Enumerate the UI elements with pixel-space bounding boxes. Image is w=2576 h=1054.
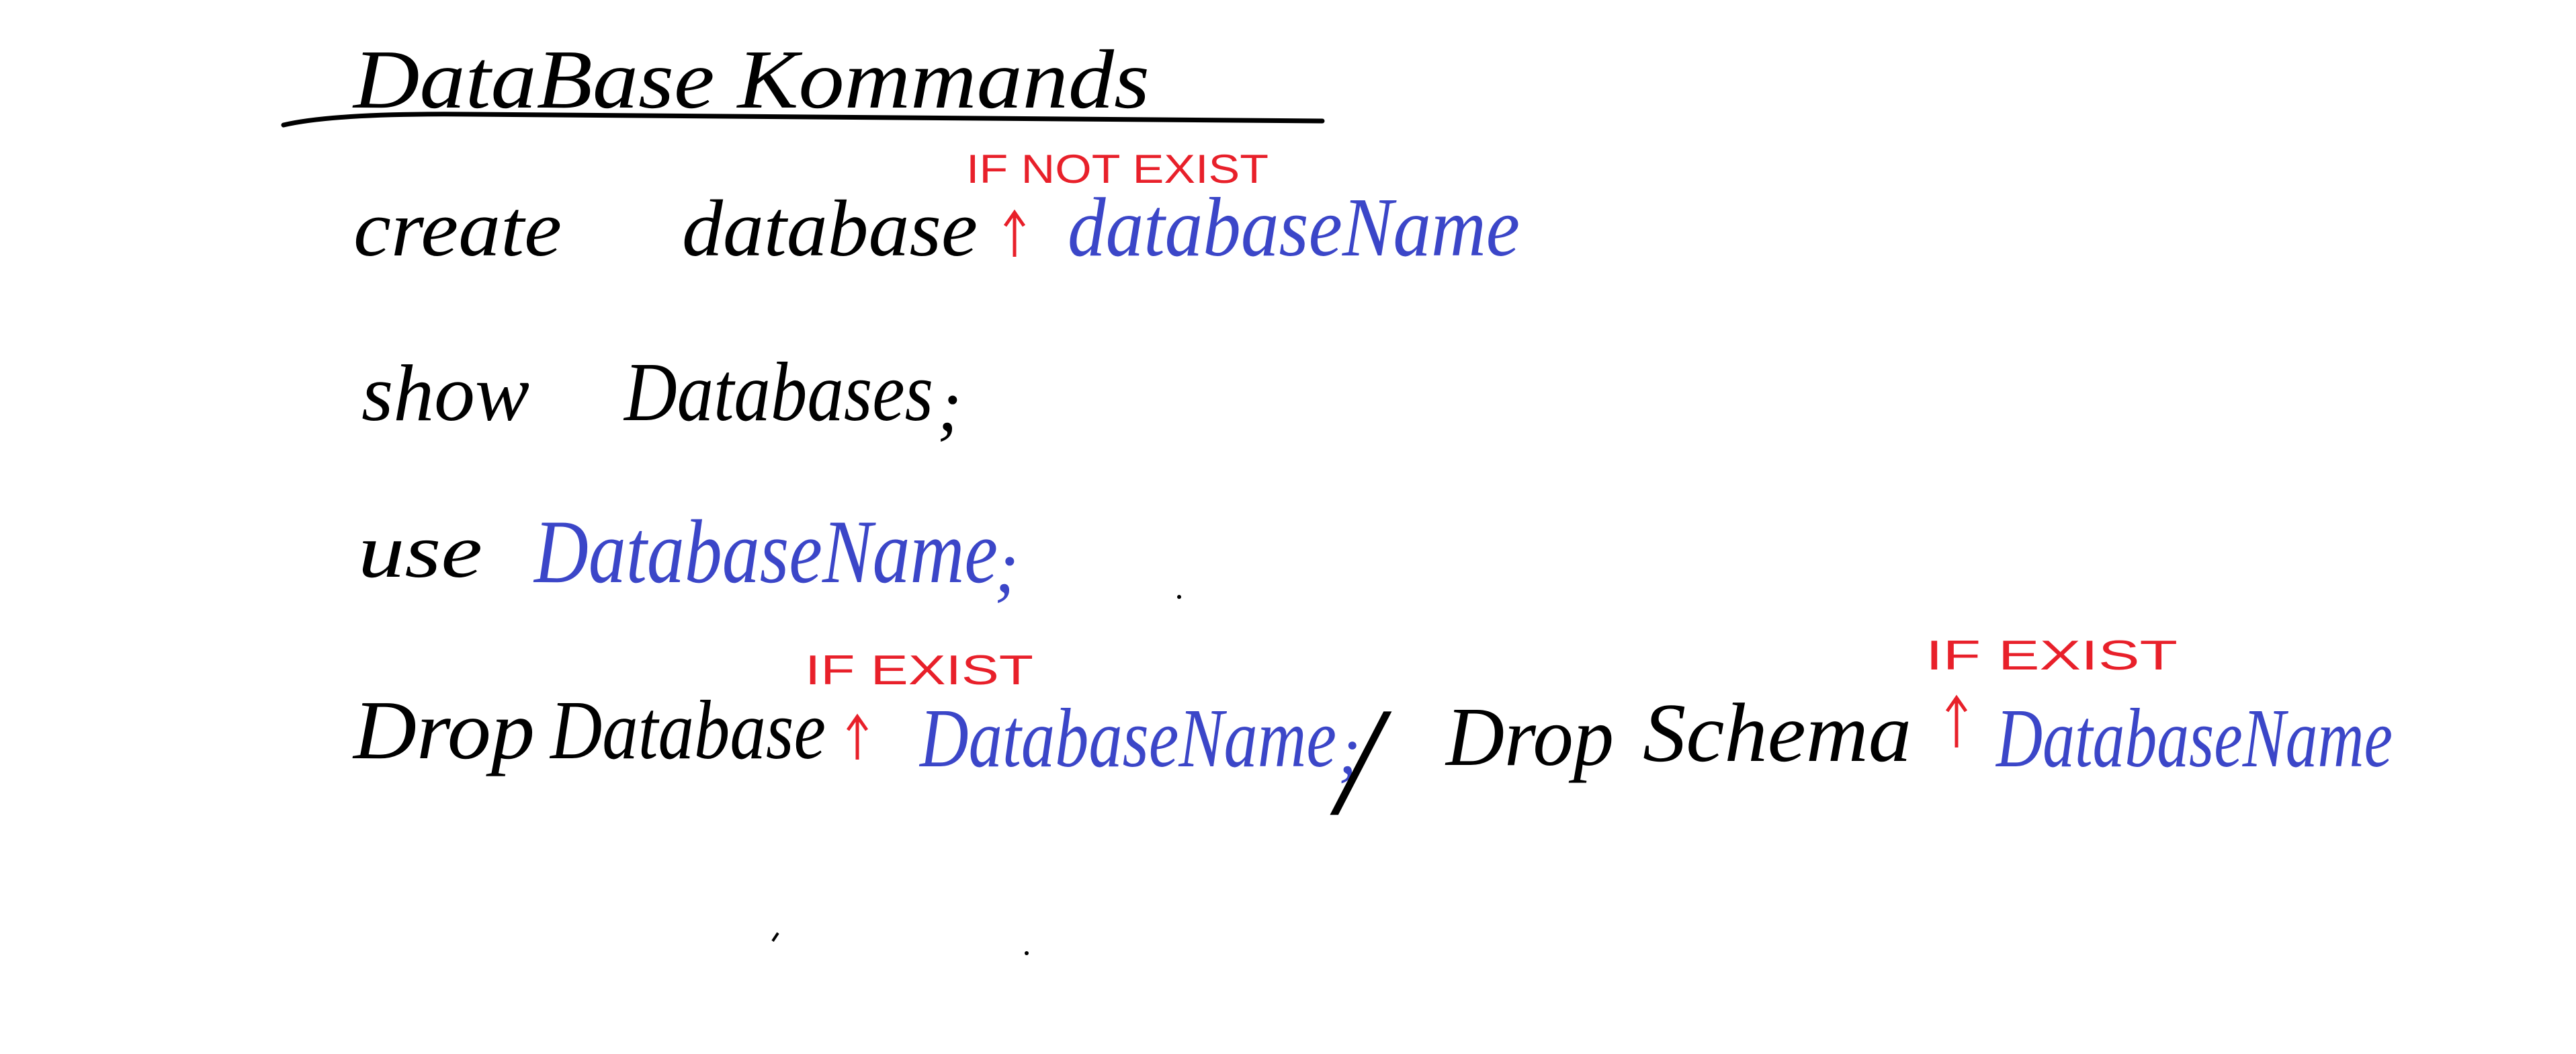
placeholder-database-name-alt: DatabaseName bbox=[1995, 692, 2393, 785]
use-database-line: use DatabaseName ; bbox=[358, 502, 1019, 608]
terminator: ; bbox=[937, 364, 962, 446]
create-database-line: create database IF NOT EXIST databaseNam… bbox=[353, 147, 1520, 274]
stray-mark bbox=[1025, 951, 1029, 955]
keyword-drop: Drop bbox=[352, 684, 535, 777]
option-if-exist-alt: IF EXIST bbox=[1926, 633, 2178, 679]
show-databases-line: show Databases ; bbox=[361, 346, 962, 446]
keyword-drop-alt: Drop bbox=[1445, 691, 1614, 784]
separator-slash: / bbox=[1330, 676, 1392, 847]
placeholder-database-name: DatabaseName bbox=[918, 692, 1336, 785]
handwritten-note-canvas: DataBase Kommands create database IF NOT… bbox=[281, 34, 2393, 955]
keyword-create: create bbox=[353, 184, 562, 273]
placeholder-database-name: databaseName bbox=[1068, 181, 1520, 274]
stray-mark bbox=[771, 932, 779, 942]
keyword-database: database bbox=[682, 184, 978, 273]
keyword-schema: Schema bbox=[1643, 687, 1912, 780]
insert-arrow-icon bbox=[1003, 209, 1026, 257]
placeholder-database-name: DatabaseName bbox=[533, 502, 998, 602]
insert-arrow-icon bbox=[1945, 694, 1968, 747]
keyword-databases: Databases bbox=[623, 346, 933, 439]
keyword-database: Database bbox=[549, 684, 826, 777]
keyword-show: show bbox=[361, 348, 529, 438]
drop-database-line: Drop Database IF EXIST DatabaseName ; / … bbox=[352, 633, 2393, 847]
stray-mark bbox=[1177, 595, 1181, 599]
option-if-exist: IF EXIST bbox=[805, 647, 1033, 694]
insert-arrow-icon bbox=[846, 713, 869, 760]
terminator: ; bbox=[994, 526, 1019, 608]
keyword-use: use bbox=[358, 508, 482, 594]
